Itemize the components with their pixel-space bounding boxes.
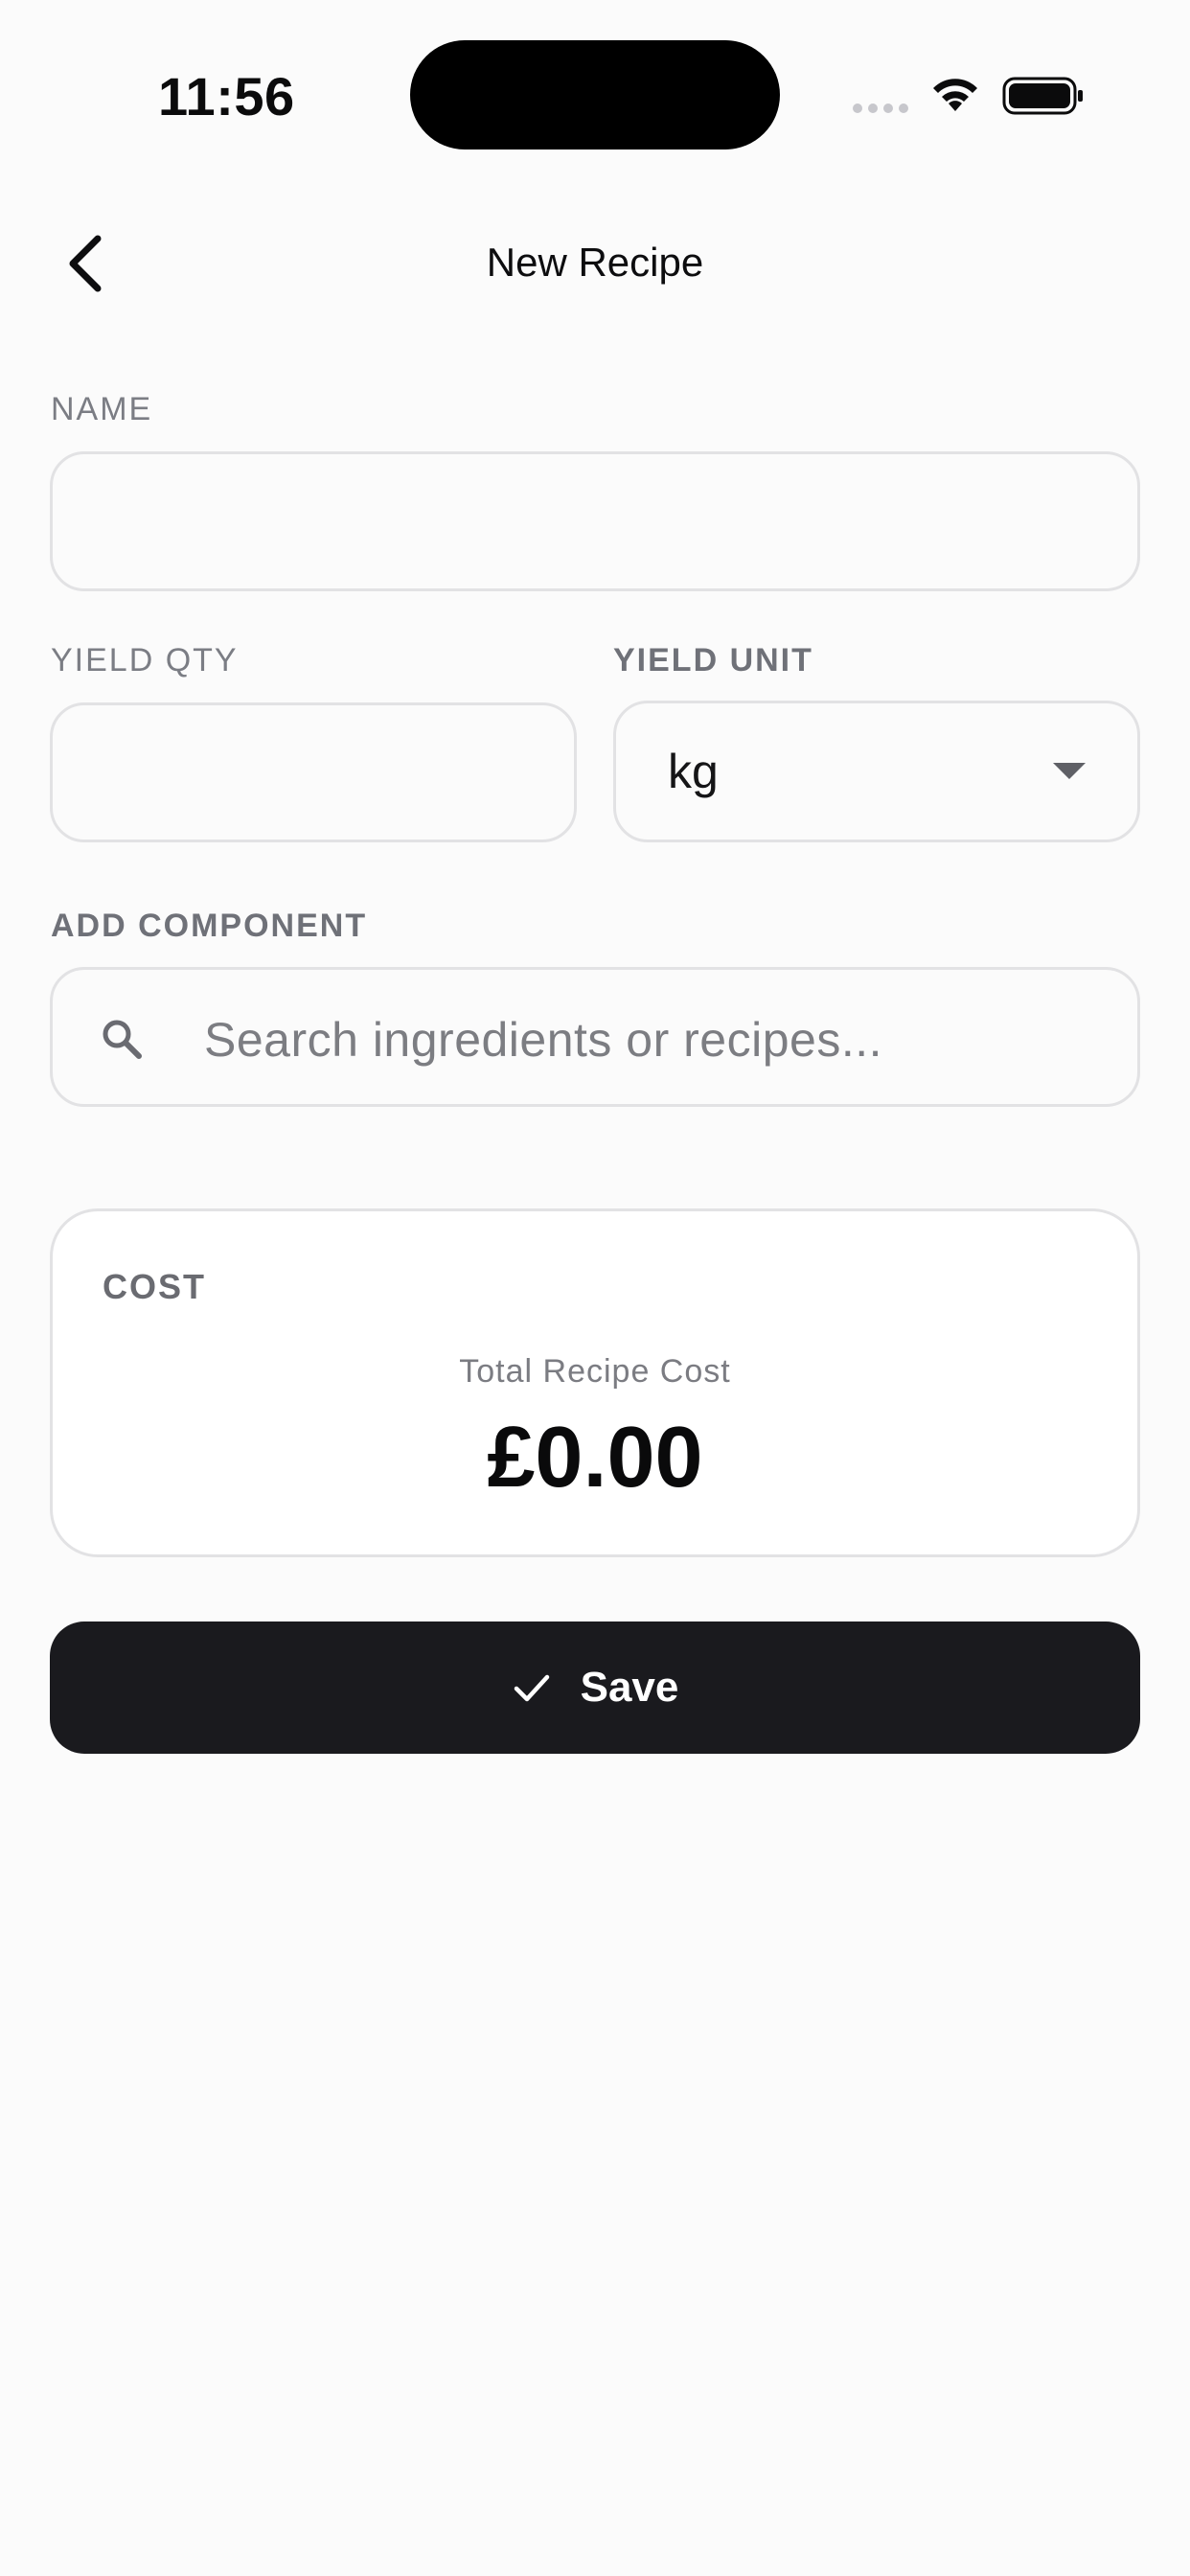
new-recipe-screen: 11:56 New Recipe NAME YIELD QTY YIELD UN… (0, 0, 1190, 2576)
wifi-icon (933, 79, 977, 111)
cost-card: COST Total Recipe Cost £0.00 (50, 1208, 1140, 1557)
total-cost-value: £0.00 (487, 1410, 703, 1506)
search-placeholder: Search ingredients or recipes... (204, 1013, 883, 1067)
signal-icon (853, 104, 908, 113)
caret-down-icon (1053, 763, 1086, 779)
dynamic-island (410, 40, 780, 150)
add-component-label: ADD COMPONENT (51, 908, 368, 944)
save-button[interactable]: Save (50, 1622, 1140, 1754)
page-title: New Recipe (486, 240, 704, 285)
yield-unit-value: kg (668, 745, 719, 798)
name-input[interactable] (50, 451, 1140, 591)
name-label: NAME (51, 391, 153, 427)
yield-qty-input[interactable] (50, 702, 577, 842)
status-time: 11:56 (158, 66, 295, 126)
search-icon (103, 1020, 142, 1059)
check-icon (514, 1674, 549, 1702)
yield-unit-select[interactable]: kg (613, 701, 1140, 842)
component-search-input[interactable]: Search ingredients or recipes... (50, 967, 1140, 1107)
cost-section-label: COST (103, 1267, 207, 1306)
yield-qty-label: YIELD QTY (51, 642, 239, 678)
yield-unit-label: YIELD UNIT (613, 642, 813, 678)
total-cost-label: Total Recipe Cost (459, 1353, 731, 1390)
save-button-label: Save (580, 1664, 679, 1711)
battery-icon (1002, 77, 1083, 115)
